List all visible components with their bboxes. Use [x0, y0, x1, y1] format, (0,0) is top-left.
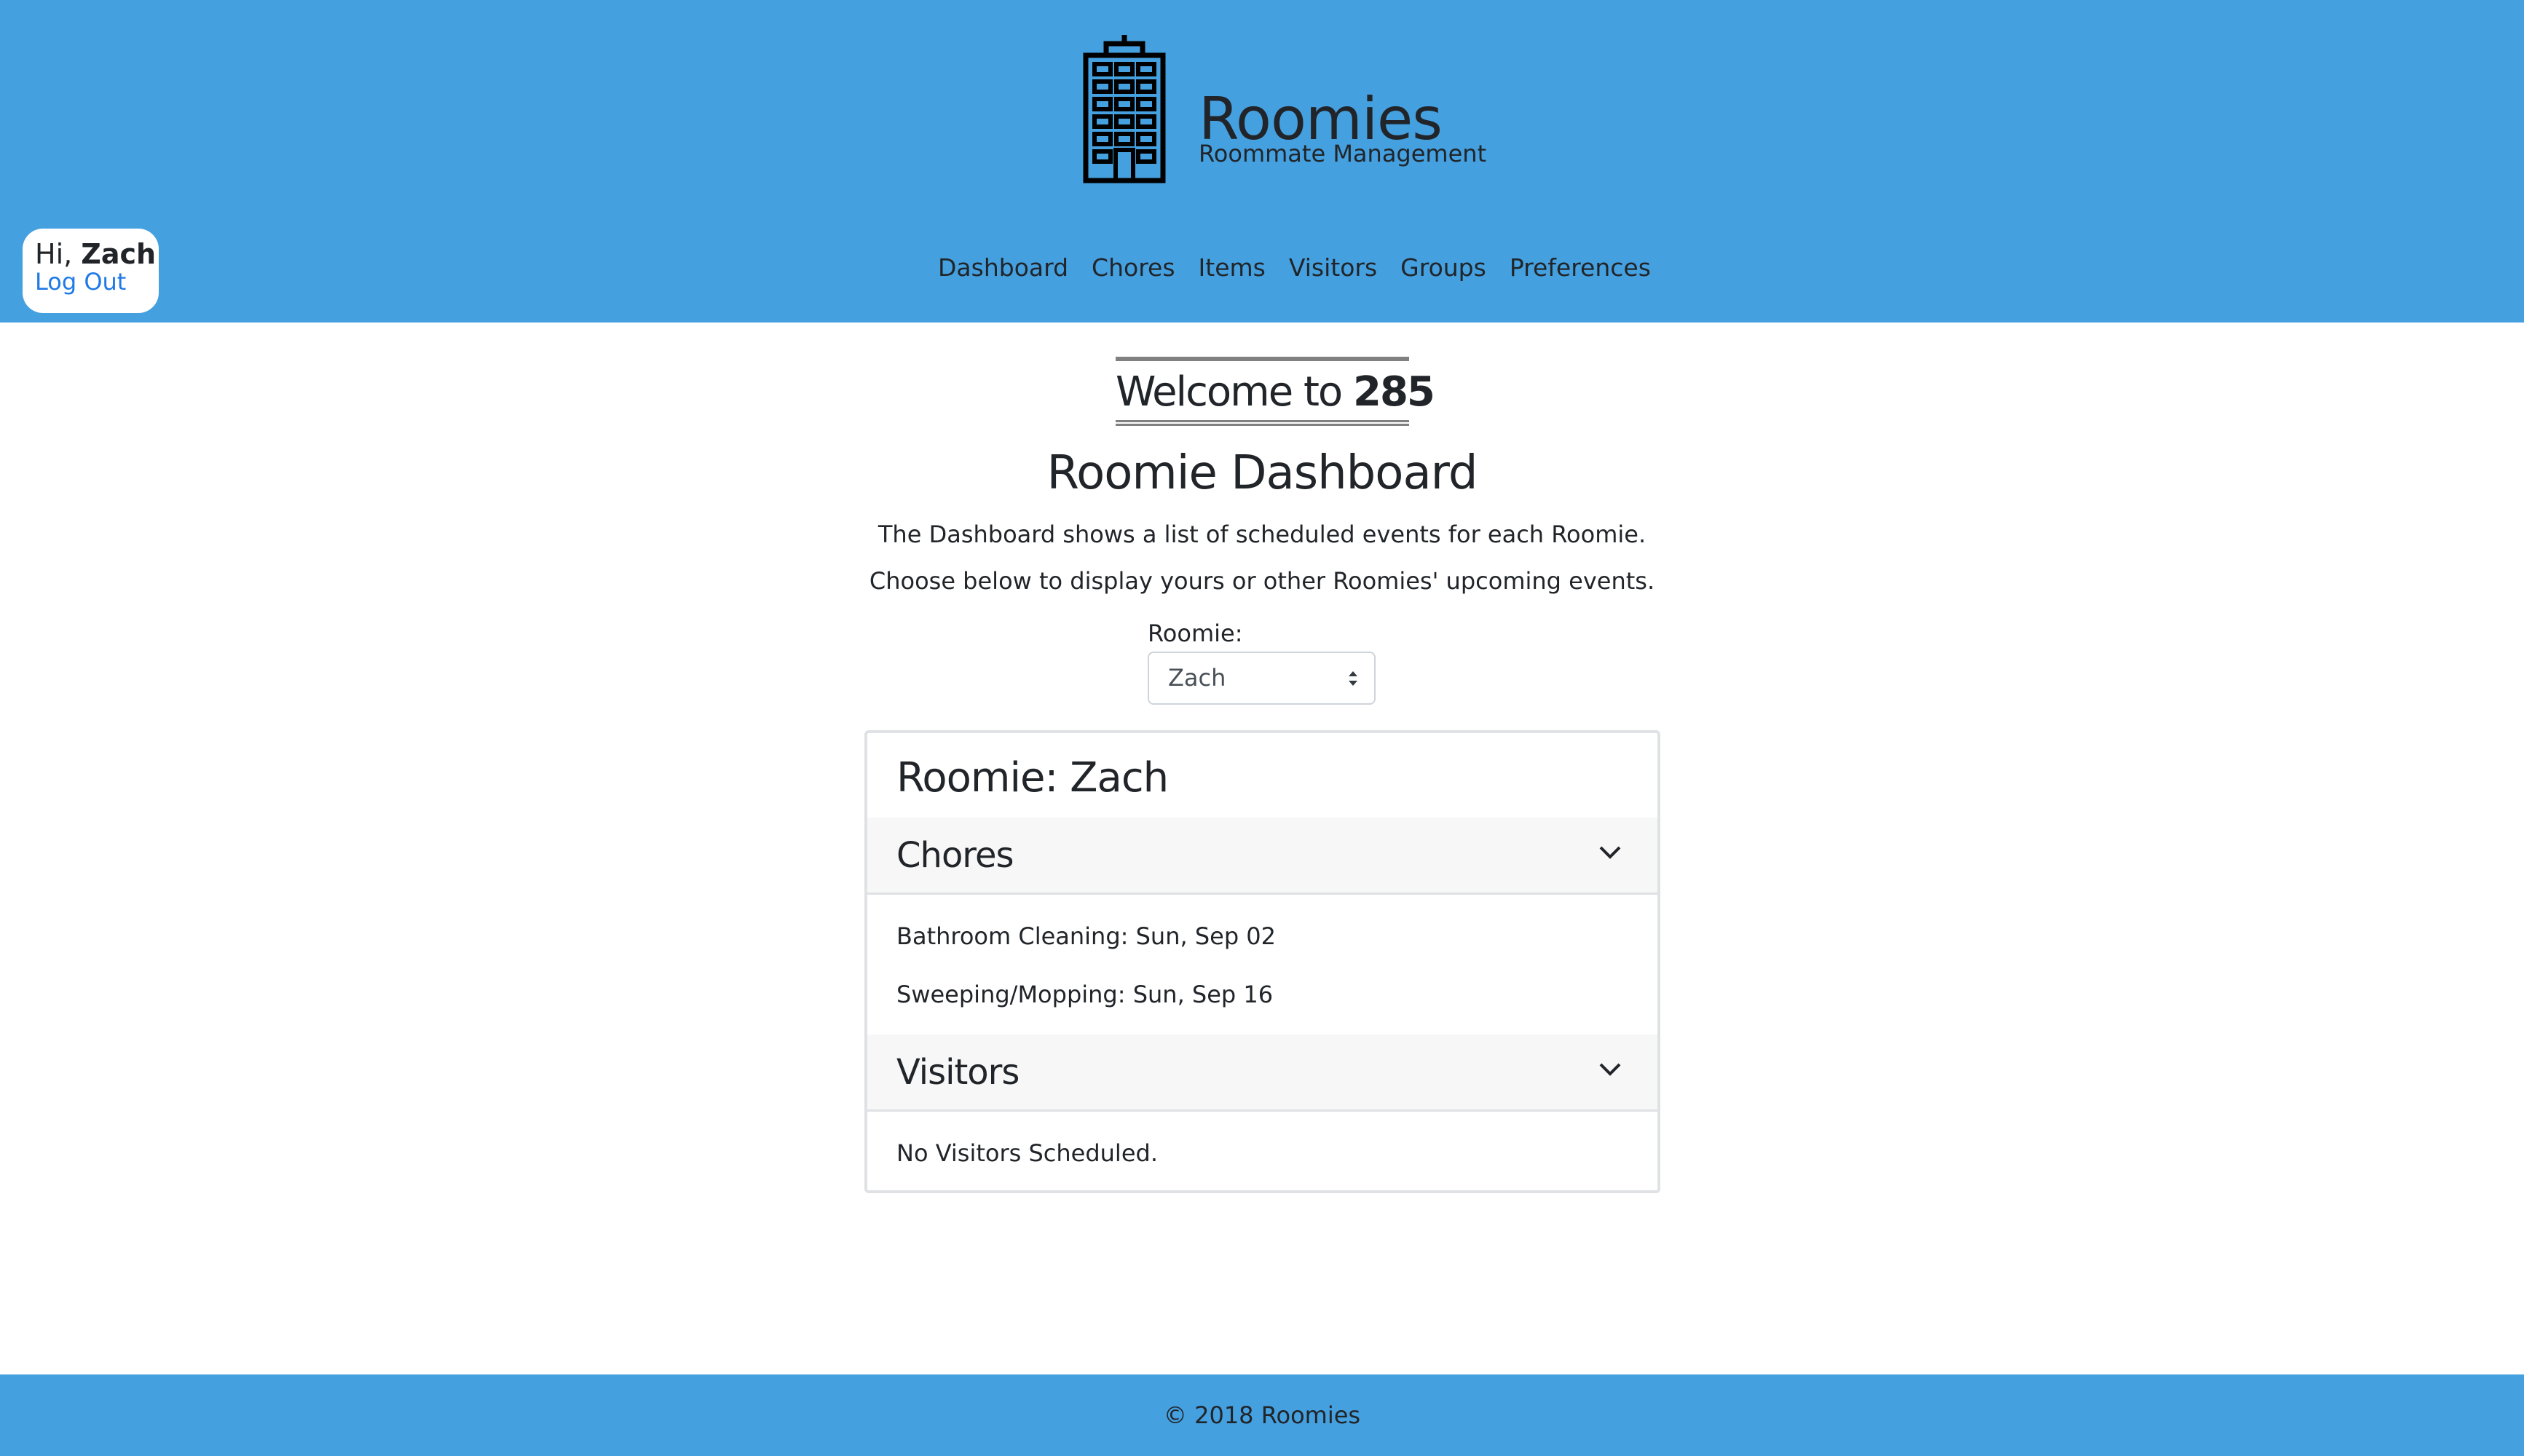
dashboard-description: The Dashboard shows a list of scheduled …	[878, 521, 1646, 548]
nav-item-items[interactable]: Items	[1199, 256, 1266, 280]
user-card: Hi, Zach Log Out	[23, 229, 159, 313]
footer-copyright: © 2018 Roomies	[1163, 1401, 1361, 1429]
chores-section-title: Chores	[896, 835, 1014, 876]
dashboard-instructions: Choose below to display yours or other R…	[869, 567, 1655, 595]
greeting-prefix: Hi,	[35, 238, 82, 270]
roomie-card: Roomie: Zach Chores Bathroom Cleaning: S…	[864, 730, 1660, 1193]
user-greeting: Hi, Zach	[35, 240, 159, 269]
visitors-section-header[interactable]: Visitors	[867, 1034, 1657, 1112]
visitors-section-title: Visitors	[896, 1052, 1020, 1093]
brand-subtitle: Roommate Management	[1199, 140, 1487, 167]
visitors-empty-message: No Visitors Scheduled.	[896, 1139, 1158, 1167]
chore-item: Bathroom Cleaning: Sun, Sep 02	[896, 922, 1277, 950]
user-name: Zach	[81, 238, 157, 270]
select-arrows-icon	[1349, 671, 1357, 686]
site-footer: © 2018 Roomies	[0, 1374, 2524, 1456]
nav-item-preferences[interactable]: Preferences	[1510, 256, 1651, 280]
chores-section-header[interactable]: Chores	[867, 818, 1657, 895]
main-nav: Dashboard Chores Items Visitors Groups P…	[938, 256, 1674, 280]
chevron-down-icon[interactable]	[1598, 1061, 1622, 1078]
roomie-select-value: Zach	[1168, 664, 1226, 692]
building-icon	[1083, 35, 1166, 183]
card-title: Roomie: Zach	[896, 754, 1169, 802]
nav-item-visitors[interactable]: Visitors	[1289, 256, 1377, 280]
page-title: Roomie Dashboard	[1046, 446, 1478, 500]
welcome-heading: Welcome to 285	[1116, 357, 1435, 426]
site-header: Roomies Roommate Management Hi, Zach Log…	[0, 0, 2524, 323]
nav-item-chores[interactable]: Chores	[1092, 256, 1175, 280]
chevron-down-icon[interactable]	[1598, 844, 1622, 861]
roomie-select-label: Roomie:	[1148, 620, 1243, 647]
logout-link[interactable]: Log Out	[35, 269, 159, 295]
welcome-prefix: Welcome to	[1116, 368, 1343, 416]
chore-item: Sweeping/Mopping: Sun, Sep 16	[896, 981, 1274, 1008]
nav-item-dashboard[interactable]: Dashboard	[938, 256, 1068, 280]
roomie-select[interactable]: Zach	[1148, 652, 1376, 705]
welcome-number: 285	[1353, 368, 1435, 416]
nav-item-groups[interactable]: Groups	[1400, 256, 1486, 280]
